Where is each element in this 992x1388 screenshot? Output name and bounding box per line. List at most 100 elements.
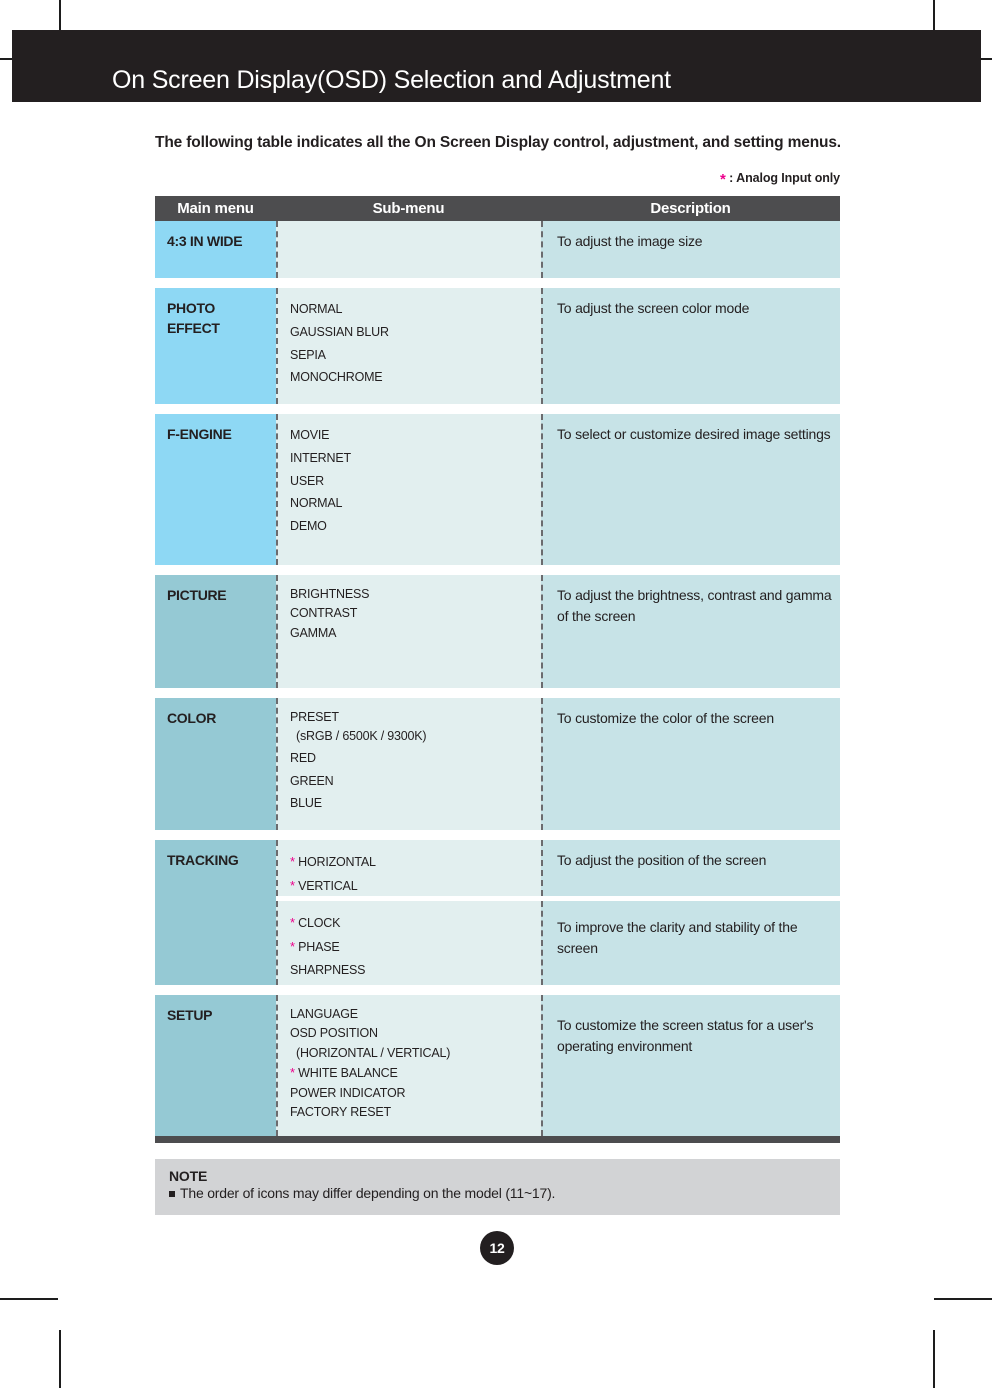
sub-menu-item: GREEN xyxy=(290,773,334,788)
sub-menu-item-detail: (sRGB / 6500K / 9300K) xyxy=(296,729,427,744)
main-menu-cell: SETUP xyxy=(155,995,276,1136)
table-row: TRACKING * HORIZONTAL * VERTICAL To adju… xyxy=(155,840,840,985)
sub-menu-item: CONTRAST xyxy=(290,606,358,621)
main-menu-label-line1: PHOTO xyxy=(167,300,216,316)
sub-menu-cell: MOVIE INTERNET USER NORMAL DEMO xyxy=(276,414,541,565)
sub-menu-item: * PHASE xyxy=(290,935,541,959)
table-row: PICTURE BRIGHTNESS CONTRAST GAMMA To adj… xyxy=(155,575,840,688)
note-body: The order of icons may differ depending … xyxy=(169,1185,840,1201)
description-cell: To improve the clarity and stability of … xyxy=(541,901,840,985)
sub-menu-item: DEMO xyxy=(290,519,327,533)
sub-menu-item: * WHITE BALANCE xyxy=(290,1063,541,1083)
sub-menu-item: USER xyxy=(290,473,324,488)
sub-menu-item: FACTORY RESET xyxy=(290,1104,391,1119)
osd-settings-table: Main menu Sub-menu Description 4:3 IN WI… xyxy=(155,196,840,1143)
note-title: NOTE xyxy=(169,1168,208,1184)
sub-menu-item-detail: (HORIZONTAL / VERTICAL) xyxy=(296,1045,451,1060)
sub-menu-cell: BRIGHTNESS CONTRAST GAMMA xyxy=(276,575,541,688)
main-menu-cell: COLOR xyxy=(155,698,276,830)
row-divider xyxy=(155,830,840,840)
analog-input-legend-label: : Analog Input only xyxy=(729,171,840,185)
asterisk-icon: * xyxy=(290,854,295,869)
sub-menu-cell: * CLOCK * PHASE SHARPNESS xyxy=(276,901,541,985)
row-divider xyxy=(155,688,840,698)
asterisk-icon: * xyxy=(290,877,295,893)
sub-menu-cell: * HORIZONTAL * VERTICAL xyxy=(276,840,541,896)
main-menu-cell: 4:3 IN WIDE xyxy=(155,221,276,278)
asterisk-icon: * xyxy=(290,915,295,930)
asterisk-icon: * xyxy=(290,938,295,954)
sub-menu-item: * VERTICAL xyxy=(290,874,541,898)
sub-menu-item: GAMMA xyxy=(290,625,337,640)
asterisk-icon: * xyxy=(290,1065,295,1081)
tracking-group: * CLOCK * PHASE SHARPNESS To improve the… xyxy=(276,901,840,985)
sub-menu-cell xyxy=(276,221,541,278)
sub-menu-item: LANGUAGE xyxy=(290,1007,358,1021)
crop-mark-bottom-left-vertical xyxy=(59,1330,61,1388)
main-menu-cell: F-ENGINE xyxy=(155,414,276,565)
main-menu-cell: PICTURE xyxy=(155,575,276,688)
note-body-text: The order of icons may differ depending … xyxy=(180,1185,556,1201)
column-header-description: Description xyxy=(650,200,731,217)
sub-menu-item: POWER INDICATOR xyxy=(290,1085,406,1100)
sub-menu-item: SHARPNESS xyxy=(290,962,366,977)
bullet-icon xyxy=(169,1191,175,1197)
sub-menu-item: BLUE xyxy=(290,796,322,811)
crop-mark-bottom-right-vertical xyxy=(933,1330,935,1388)
note-box: NOTE The order of icons may differ depen… xyxy=(155,1159,840,1215)
description-cell: To adjust the brightness, contrast and g… xyxy=(541,575,840,688)
sub-menu-item-label: HORIZONTAL xyxy=(298,855,376,869)
description-cell: To select or customize desired image set… xyxy=(541,414,840,565)
table-row: SETUP LANGUAGE OSD POSITION (HORIZONTAL … xyxy=(155,995,840,1136)
crop-mark-bottom-left-horizontal xyxy=(0,1298,58,1300)
row-divider xyxy=(155,278,840,288)
sub-menu-cell: NORMAL GAUSSIAN BLUR SEPIA MONOCHROME xyxy=(276,288,541,404)
asterisk-icon: * xyxy=(720,171,726,188)
main-menu-cell: TRACKING xyxy=(155,840,276,985)
column-header-sub-menu: Sub-menu xyxy=(372,200,445,217)
intro-text: The following table indicates all the On… xyxy=(155,134,841,151)
table-row: F-ENGINE MOVIE INTERNET USER NORMAL DEMO… xyxy=(155,414,840,565)
main-menu-cell: PHOTO EFFECT xyxy=(155,288,276,404)
sub-menu-item: NORMAL xyxy=(290,302,343,316)
row-divider xyxy=(155,565,840,575)
description-cell: To customize the screen status for a use… xyxy=(541,995,840,1136)
sub-menu-item: NORMAL xyxy=(290,496,343,511)
description-cell: To adjust the image size xyxy=(541,221,840,278)
sub-menu-item: * CLOCK xyxy=(290,911,541,935)
page-number-badge: 12 xyxy=(480,1231,514,1265)
table-row: 4:3 IN WIDE To adjust the image size xyxy=(155,221,840,278)
sub-menu-item-label: WHITE BALANCE xyxy=(298,1066,398,1081)
sub-menu-item: * HORIZONTAL xyxy=(290,850,541,874)
sub-menu-cell: LANGUAGE OSD POSITION (HORIZONTAL / VERT… xyxy=(276,995,541,1136)
description-cell: To customize the color of the screen xyxy=(541,698,840,830)
sub-menu-item: OSD POSITION xyxy=(290,1026,378,1041)
sub-menu-item: MONOCHROME xyxy=(290,370,383,385)
sub-menu-item: GAUSSIAN BLUR xyxy=(290,324,389,339)
sub-menu-item: INTERNET xyxy=(290,450,351,465)
sub-menu-item: SEPIA xyxy=(290,347,326,362)
description-cell: To adjust the screen color mode xyxy=(541,288,840,404)
table-header-row: Main menu Sub-menu Description xyxy=(155,196,840,221)
table-row: PHOTO EFFECT NORMAL GAUSSIAN BLUR SEPIA … xyxy=(155,288,840,404)
table-row: COLOR PRESET (sRGB / 6500K / 9300K) RED … xyxy=(155,698,840,830)
crop-mark-bottom-right-horizontal xyxy=(934,1298,992,1300)
column-header-main-menu: Main menu xyxy=(177,200,254,217)
row-divider xyxy=(155,985,840,995)
table-bottom-rule xyxy=(155,1136,840,1143)
sub-menu-cell: PRESET (sRGB / 6500K / 9300K) RED GREEN … xyxy=(276,698,541,830)
description-cell: To adjust the position of the screen xyxy=(541,840,840,896)
sub-menu-item-label: VERTICAL xyxy=(298,878,358,893)
analog-input-legend: * : Analog Input only xyxy=(155,171,840,188)
page-title: On Screen Display(OSD) Selection and Adj… xyxy=(112,66,671,94)
sub-menu-item: BRIGHTNESS xyxy=(290,587,370,601)
sub-menu-item: PRESET xyxy=(290,710,339,724)
tracking-groups: * HORIZONTAL * VERTICAL To adjust the po… xyxy=(276,840,840,985)
sub-menu-item-label: CLOCK xyxy=(298,916,341,930)
sub-menu-item: RED xyxy=(290,750,316,765)
tracking-group: * HORIZONTAL * VERTICAL To adjust the po… xyxy=(276,840,840,896)
sub-menu-item: MOVIE xyxy=(290,428,330,442)
main-menu-label-line2: EFFECT xyxy=(167,320,220,337)
row-divider xyxy=(155,404,840,414)
sub-menu-item-label: PHASE xyxy=(298,939,340,954)
